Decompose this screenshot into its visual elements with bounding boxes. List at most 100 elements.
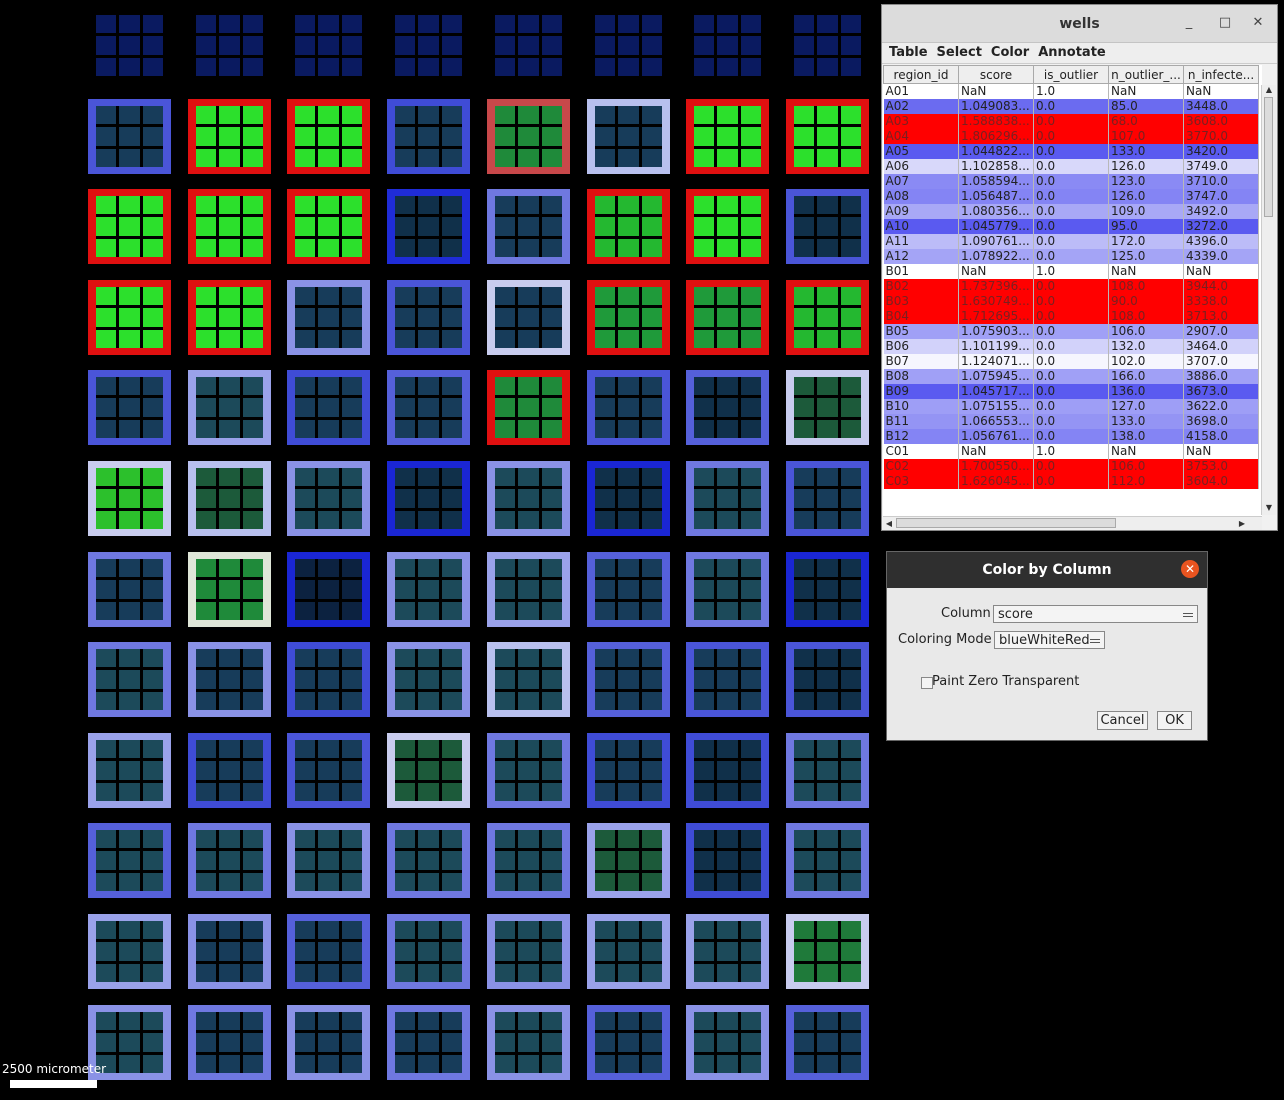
table-cell[interactable]: 123.0 xyxy=(1108,174,1184,189)
table-cell[interactable]: 106.0 xyxy=(1108,324,1184,339)
table-cell[interactable]: 1.075155... xyxy=(958,399,1034,414)
table-cell[interactable]: 3608.0 xyxy=(1183,114,1259,129)
plate-well[interactable] xyxy=(188,370,271,445)
coloring-mode-select[interactable]: blueWhiteRed xyxy=(994,631,1105,649)
plate-well[interactable] xyxy=(188,99,271,174)
table-cell[interactable]: B01 xyxy=(883,264,959,279)
table-cell[interactable]: 1.058594... xyxy=(958,174,1034,189)
plate-well[interactable] xyxy=(487,370,570,445)
table-cell[interactable]: 0.0 xyxy=(1033,324,1109,339)
plate-well[interactable] xyxy=(487,8,570,83)
table-cell[interactable]: 95.0 xyxy=(1108,219,1184,234)
table-cell[interactable]: 1.712695... xyxy=(958,309,1034,324)
table-cell[interactable]: 107.0 xyxy=(1108,129,1184,144)
table-cell[interactable]: 138.0 xyxy=(1108,429,1184,444)
table-row[interactable]: C03 1.626045... 0.0 112.0 3604.0 xyxy=(883,474,1259,489)
table-cell[interactable]: 3338.0 xyxy=(1183,294,1259,309)
table-cell[interactable]: 3749.0 xyxy=(1183,159,1259,174)
table-cell[interactable]: B02 xyxy=(883,279,959,294)
plate-well[interactable] xyxy=(686,914,769,989)
table-cell[interactable]: 102.0 xyxy=(1108,354,1184,369)
table-cell[interactable]: 136.0 xyxy=(1108,384,1184,399)
plate-well[interactable] xyxy=(487,1005,570,1080)
plate-well[interactable] xyxy=(88,461,171,536)
plate-well[interactable] xyxy=(88,642,171,717)
plate-well[interactable] xyxy=(387,461,470,536)
table-cell[interactable]: NaN xyxy=(1108,83,1184,99)
plate-well[interactable] xyxy=(686,280,769,355)
plate-well[interactable] xyxy=(287,552,370,627)
table-cell[interactable]: 1.075945... xyxy=(958,369,1034,384)
plate-well[interactable] xyxy=(587,370,670,445)
table-row[interactable]: A11 1.090761... 0.0 172.0 4396.0 xyxy=(883,234,1259,249)
table-cell[interactable]: A09 xyxy=(883,204,959,219)
table-cell[interactable]: 0.0 xyxy=(1033,204,1109,219)
menu-select[interactable]: Select xyxy=(934,43,988,63)
window-titlebar[interactable]: wells _ □ ✕ xyxy=(882,5,1277,43)
table-cell[interactable]: A11 xyxy=(883,234,959,249)
plate-well[interactable] xyxy=(387,370,470,445)
table-cell[interactable]: 0.0 xyxy=(1033,309,1109,324)
table-cell[interactable]: 1.806296... xyxy=(958,129,1034,144)
table-cell[interactable]: 4158.0 xyxy=(1183,429,1259,444)
table-row[interactable]: B03 1.630749... 0.0 90.0 3338.0 xyxy=(883,294,1259,309)
table-cell[interactable]: B09 xyxy=(883,384,959,399)
plate-well[interactable] xyxy=(188,642,271,717)
plate-well[interactable] xyxy=(487,99,570,174)
table-cell[interactable]: 1.101199... xyxy=(958,339,1034,354)
table-cell[interactable]: 0.0 xyxy=(1033,354,1109,369)
plate-well[interactable] xyxy=(188,8,271,83)
column-select[interactable]: score xyxy=(993,605,1198,623)
plate-well[interactable] xyxy=(487,733,570,808)
menu-color[interactable]: Color xyxy=(988,43,1035,63)
plate-well[interactable] xyxy=(487,823,570,898)
plate-well[interactable] xyxy=(88,733,171,808)
scroll-up-arrow-icon[interactable]: ▲ xyxy=(1262,85,1276,97)
plate-well[interactable] xyxy=(487,189,570,264)
table-cell[interactable]: 1.080356... xyxy=(958,204,1034,219)
plate-view[interactable] xyxy=(0,0,880,1100)
plate-well[interactable] xyxy=(188,552,271,627)
table-row[interactable]: B08 1.075945... 0.0 166.0 3886.0 xyxy=(883,369,1259,384)
table-row[interactable]: A02 1.049083... 0.0 85.0 3448.0 xyxy=(883,99,1259,114)
table-cell[interactable]: A08 xyxy=(883,189,959,204)
table-cell[interactable]: 0.0 xyxy=(1033,129,1109,144)
plate-well[interactable] xyxy=(287,823,370,898)
table-cell[interactable]: C02 xyxy=(883,459,959,474)
table-cell[interactable]: B07 xyxy=(883,354,959,369)
plate-well[interactable] xyxy=(387,823,470,898)
plate-well[interactable] xyxy=(587,552,670,627)
table-row[interactable]: A08 1.056487... 0.0 126.0 3747.0 xyxy=(883,189,1259,204)
table-cell[interactable]: NaN xyxy=(958,444,1034,459)
table-cell[interactable]: 0.0 xyxy=(1033,189,1109,204)
plate-well[interactable] xyxy=(188,280,271,355)
table-cell[interactable]: 1.102858... xyxy=(958,159,1034,174)
plate-well[interactable] xyxy=(287,461,370,536)
plate-well[interactable] xyxy=(287,189,370,264)
table-cell[interactable]: 4339.0 xyxy=(1183,249,1259,264)
plate-well[interactable] xyxy=(387,552,470,627)
plate-well[interactable] xyxy=(287,99,370,174)
plate-well[interactable] xyxy=(387,99,470,174)
table-cell[interactable]: 1.630749... xyxy=(958,294,1034,309)
table-cell[interactable]: 0.0 xyxy=(1033,384,1109,399)
maximize-button[interactable]: □ xyxy=(1215,13,1235,33)
table-cell[interactable]: 85.0 xyxy=(1108,99,1184,114)
plate-well[interactable] xyxy=(686,189,769,264)
table-cell[interactable]: 68.0 xyxy=(1108,114,1184,129)
column-header[interactable]: n_infecte... xyxy=(1183,65,1259,84)
plate-well[interactable] xyxy=(786,552,869,627)
table-cell[interactable]: B03 xyxy=(883,294,959,309)
table-cell[interactable]: 1.049083... xyxy=(958,99,1034,114)
plate-well[interactable] xyxy=(287,642,370,717)
scroll-right-arrow-icon[interactable]: ▶ xyxy=(1236,517,1248,530)
table-cell[interactable]: 3886.0 xyxy=(1183,369,1259,384)
table-cell[interactable]: 1.0 xyxy=(1033,264,1109,279)
table-row[interactable]: A06 1.102858... 0.0 126.0 3749.0 xyxy=(883,159,1259,174)
table-viewport[interactable]: region_id score is_outlier n_outlier_... n_i… xyxy=(883,65,1262,517)
table-cell[interactable]: NaN xyxy=(958,83,1034,99)
table-cell[interactable]: 1.0 xyxy=(1033,83,1109,99)
table-row[interactable]: B02 1.737396... 0.0 108.0 3944.0 xyxy=(883,279,1259,294)
table-cell[interactable]: 1.045717... xyxy=(958,384,1034,399)
table-cell[interactable]: 3448.0 xyxy=(1183,99,1259,114)
